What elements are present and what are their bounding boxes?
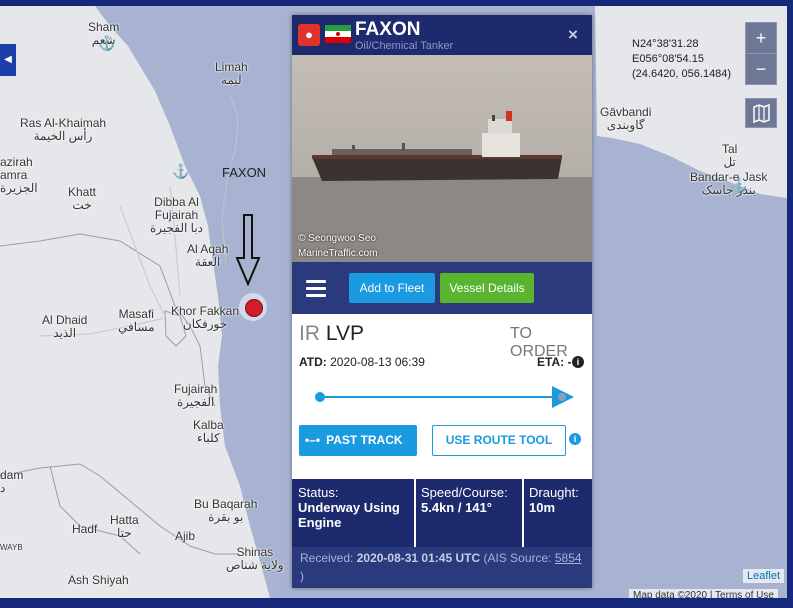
place-label-bandar-e-jask: Bandar-e Jask بندر جاسک <box>690 170 768 197</box>
popup-action-bar: Add to Fleet Vessel Details <box>292 262 592 314</box>
voyage-from: IR LVP <box>299 322 364 346</box>
cursor-coordinates: N24°38'31.28 E056°08'54.15 (24.6420, 056… <box>632 37 731 82</box>
voyage-progress <box>315 386 574 408</box>
draught-stat: Draught: 10m <box>529 485 589 515</box>
vessel-map-label: FAXON <box>222 165 267 180</box>
longitude-dms: E056°08'54.15 <box>632 53 704 65</box>
map-layers-button[interactable] <box>745 98 777 128</box>
map-icon <box>753 103 770 124</box>
leaflet-attribution-link[interactable]: Leaflet <box>743 569 785 583</box>
place-label-dibba: Dibba Al Fujairah دبا الفجيرة <box>150 195 204 235</box>
ais-source-link[interactable]: 5854 <box>555 551 582 565</box>
speed-stat: Speed/Course: 5.4kn / 141° <box>421 485 521 515</box>
origin-dot-icon <box>315 392 325 402</box>
photo-credit-author: © Seongwoo Seo <box>298 233 376 244</box>
place-label-al-dhaid: Al Dhaid الذيد <box>42 313 88 340</box>
eta-info-icon[interactable]: i <box>572 356 584 368</box>
place-label-ajib: Ajib <box>175 529 196 543</box>
popup-header: ● FAXON Oil/Chemical Tanker × <box>292 15 592 55</box>
port-anchor-icon[interactable]: ⚓ <box>730 178 747 192</box>
origin-port-code: LVP <box>325 322 364 345</box>
place-label-wayb: WAYB <box>0 543 23 552</box>
photo-credit-site: MarineTraffic.com <box>298 248 378 259</box>
iran-flag-icon <box>325 25 351 43</box>
origin-country-code: IR <box>299 322 320 345</box>
place-label-kalba: Kalba كلباء <box>193 418 224 445</box>
eta-value: - <box>567 355 572 369</box>
place-label-bu-baqarah: Bu Baqarah بو بقرة <box>194 497 258 524</box>
zoom-in-button[interactable]: + <box>745 22 777 54</box>
place-label-dam: dam د <box>0 468 24 495</box>
place-label-khor-fakkan: Khor Fakkan خورفكان <box>171 304 240 331</box>
place-label-masafi: Masafi مسافي <box>118 307 155 334</box>
ais-source-close: ) <box>300 569 304 583</box>
past-track-button[interactable]: •–• PAST TRACK <box>299 425 417 456</box>
port-anchor-icon[interactable]: ⚓ <box>172 164 189 178</box>
eta-label: ETA: <box>537 355 565 369</box>
use-route-tool-button[interactable]: USE ROUTE TOOL <box>432 425 566 456</box>
place-label-gavbandi: Gāvbandi گاوبندی <box>600 105 652 132</box>
atd-label: ATD: <box>299 355 327 369</box>
route-info-icon[interactable]: i <box>569 433 581 445</box>
atd-row: ATD: 2020-08-13 06:39 <box>299 355 425 369</box>
place-label-hatta: Hatta حتا <box>110 513 139 540</box>
draught-label: Draught: <box>529 485 579 500</box>
zoom-out-button[interactable]: − <box>745 53 777 85</box>
status-label: Status: <box>298 485 339 500</box>
decimal-coordinates: (24.6420, 056.1484) <box>632 68 732 80</box>
sidebar-toggle-button[interactable]: ◀ <box>0 44 16 76</box>
place-label-tal: Tal تل <box>722 142 738 169</box>
eta-row: ETA: - <box>537 355 571 369</box>
vessel-marker-dot <box>245 299 263 317</box>
vessel-photo[interactable]: © Seongwoo Seo MarineTraffic.com <box>292 55 592 262</box>
menu-icon[interactable] <box>306 280 326 297</box>
place-label-jazirah: azirah amra الجزيرة <box>0 155 38 195</box>
voyage-info: IR LVP TO ORDER ATD: 2020-08-13 06:39 ET… <box>292 314 592 479</box>
received-value: 2020-08-31 01:45 UTC <box>356 551 481 565</box>
place-label-al-aqah: Al Aqah العقة <box>187 242 229 269</box>
atd-value: 2020-08-13 06:39 <box>330 355 425 369</box>
status-value: Underway Using Engine <box>298 500 400 530</box>
marinetraffic-logo-icon: ● <box>298 24 320 46</box>
ais-source-label: (AIS Source: <box>483 551 552 565</box>
map-attribution[interactable]: Map data ©2020 | Terms of Use <box>629 589 778 598</box>
vessel-type: Oil/Chemical Tanker <box>355 40 454 52</box>
vessel-name: FAXON <box>355 19 421 40</box>
map-view[interactable]: ◀ Sham شعم Limah ليمه Ras Al-Khaimah رأس ال… <box>0 6 787 598</box>
place-label-ash-shiyah: Ash Shiyah <box>68 573 129 587</box>
vessel-stats: Status: Underway Using Engine Speed/Cour… <box>292 479 592 547</box>
draught-value: 10m <box>529 500 556 515</box>
past-track-label: PAST TRACK <box>326 433 403 447</box>
track-icon: •–• <box>305 433 321 447</box>
received-info: Received: 2020-08-31 01:45 UTC (AIS Sour… <box>292 547 592 588</box>
place-label-hadf: Hadf <box>72 522 98 536</box>
place-label-shinas: Shinas ولاية شناص <box>226 545 284 572</box>
pointer-arrow-icon <box>236 214 260 286</box>
status-stat: Status: Underway Using Engine <box>298 485 408 530</box>
photo-credit: © Seongwoo Seo MarineTraffic.com <box>298 231 377 261</box>
close-icon[interactable]: × <box>568 25 578 45</box>
speed-value: 5.4kn / 141° <box>421 500 492 515</box>
add-to-fleet-button[interactable]: Add to Fleet <box>349 273 435 303</box>
stats-divider <box>414 479 416 547</box>
vessel-marker[interactable] <box>239 293 267 321</box>
destination-dot-icon <box>558 393 566 401</box>
speed-label: Speed/Course: <box>421 485 508 500</box>
browser-frame: ◀ Sham شعم Limah ليمه Ras Al-Khaimah رأس ال… <box>0 0 793 608</box>
latitude-dms: N24°38'31.28 <box>632 38 699 50</box>
port-anchor-icon[interactable]: ⚓ <box>98 36 115 50</box>
received-label: Received: <box>300 551 354 565</box>
place-label-limah: Limah ليمه <box>215 60 248 87</box>
place-label-khatt: Khatt خت <box>68 185 97 212</box>
place-label-ras-al-khaimah: Ras Al-Khaimah رأس الخيمة <box>20 116 107 143</box>
stats-divider <box>522 479 524 547</box>
place-label-fujairah: Fujairah الفجيرة <box>174 382 218 409</box>
vessel-details-button[interactable]: Vessel Details <box>440 273 534 303</box>
vessel-popup: ● FAXON Oil/Chemical Tanker × © Seongwoo… <box>292 15 592 588</box>
